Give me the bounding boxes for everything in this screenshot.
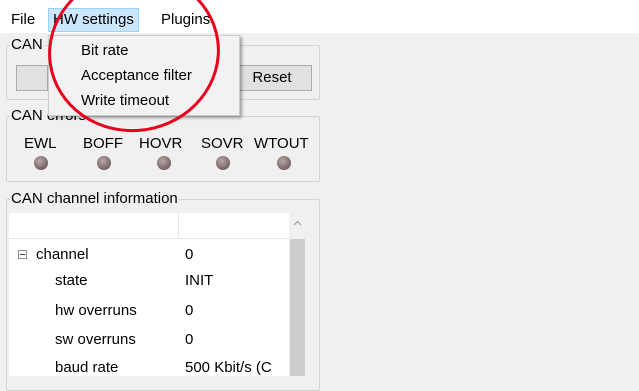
- tree-row-state[interactable]: state INIT: [9, 270, 289, 292]
- error-label-sovr: SOVR: [201, 135, 244, 152]
- menu-item-bit-rate[interactable]: Bit rate: [81, 40, 129, 62]
- hw-settings-dropdown: Bit rate Acceptance filter Write timeout: [48, 35, 240, 116]
- tree-row-name: channel: [36, 246, 89, 263]
- tree-row-value: 0: [185, 331, 194, 348]
- tree-row-baud-rate[interactable]: baud rate 500 Kbit/s (C: [9, 357, 289, 376]
- can-action-button[interactable]: [16, 65, 48, 91]
- collapse-icon[interactable]: [18, 250, 27, 259]
- channel-info-tree[interactable]: channel 0 state INIT hw overruns 0 sw ov…: [9, 213, 289, 376]
- menu-file[interactable]: File: [7, 9, 39, 31]
- tree-row-hw-overruns[interactable]: hw overruns 0: [9, 300, 289, 322]
- menu-plugins[interactable]: Plugins: [157, 9, 214, 31]
- tree-row-sw-overruns[interactable]: sw overruns 0: [9, 329, 289, 351]
- scrollbar-thumb[interactable]: [290, 239, 305, 376]
- error-label-hovr: HOVR: [139, 135, 183, 152]
- wtout-led-indicator: [277, 156, 291, 170]
- tree-row-name: baud rate: [55, 359, 119, 376]
- tree-row-channel[interactable]: channel 0: [9, 244, 289, 266]
- tree-row-value: 0: [185, 302, 194, 319]
- reset-button[interactable]: Reset: [232, 65, 312, 91]
- error-label-boff: BOFF: [83, 135, 123, 152]
- menu-bar: File HW settings Plugins: [0, 0, 639, 33]
- boff-led-indicator: [97, 156, 111, 170]
- tree-header: [9, 213, 289, 239]
- ewl-led-indicator: [34, 156, 48, 170]
- column-divider[interactable]: [178, 213, 179, 238]
- tree-row-name: sw overruns: [55, 331, 136, 348]
- channel-info-legend: CAN channel information: [10, 190, 179, 208]
- menu-hw-settings[interactable]: HW settings: [48, 8, 139, 32]
- tree-vertical-scrollbar[interactable]: [289, 213, 306, 376]
- tree-row-value: 0: [185, 246, 194, 263]
- error-label-ewl: EWL: [24, 135, 57, 152]
- tree-row-name: hw overruns: [55, 302, 137, 319]
- tree-row-name: state: [55, 272, 88, 289]
- error-label-wtout: WTOUT: [254, 135, 309, 152]
- can-group-legend: CAN: [10, 36, 44, 54]
- sovr-led-indicator: [216, 156, 230, 170]
- menu-item-write-timeout[interactable]: Write timeout: [81, 90, 169, 112]
- scroll-up-arrow-icon[interactable]: [293, 219, 302, 228]
- menu-item-acceptance-filter[interactable]: Acceptance filter: [81, 65, 192, 87]
- tree-row-value: 500 Kbit/s (C: [185, 359, 272, 376]
- tree-row-value: INIT: [185, 272, 214, 289]
- hovr-led-indicator: [157, 156, 171, 170]
